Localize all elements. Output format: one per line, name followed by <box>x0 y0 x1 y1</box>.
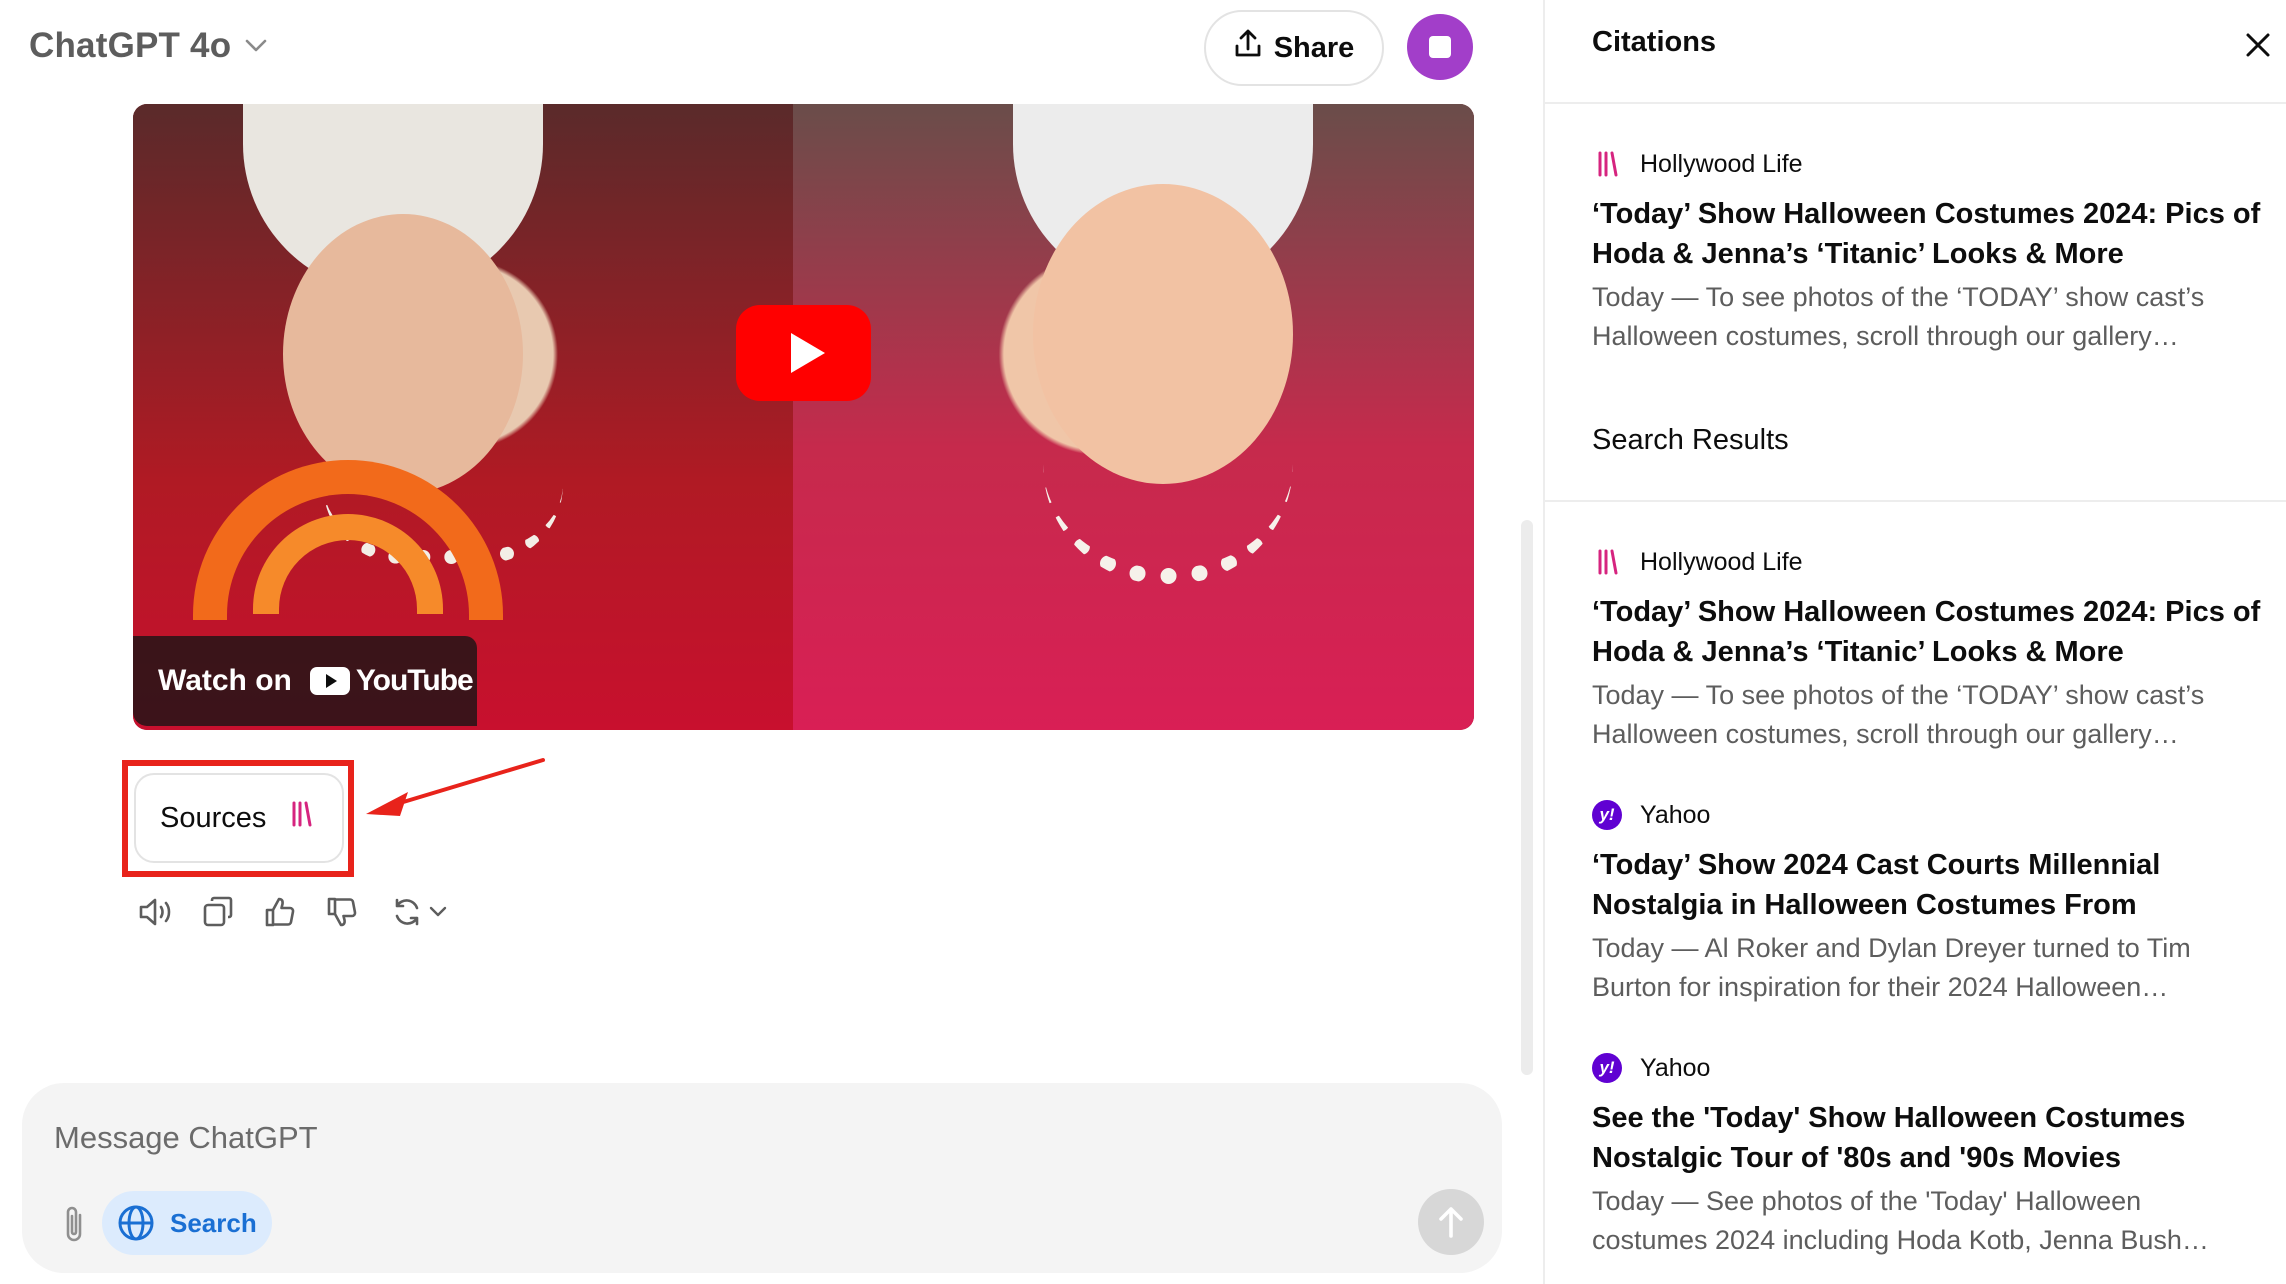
search-label: Search <box>170 1207 257 1238</box>
result-snippet: Today — See photos of the 'Today' Hallow… <box>1592 1186 2209 1255</box>
regenerate-icon <box>395 898 419 926</box>
result-source: y! Yahoo <box>1592 1048 2262 1088</box>
search-result-item[interactable]: y! Yahoo ‘Today’ Show 2024 Cast Courts M… <box>1592 795 2262 1007</box>
panel-divider <box>1545 102 2286 104</box>
result-snippet: Today — Al Roker and Dylan Dreyer turned… <box>1592 933 2191 1002</box>
thumbs-down-icon <box>327 897 357 927</box>
citations-panel: Citations Hollywood Life ‘Today’ Show Ha… <box>1545 0 2286 1284</box>
citation-snippet: Today — To see photos of the ‘TODAY’ sho… <box>1592 282 2205 351</box>
citation-source: Hollywood Life <box>1592 144 2262 184</box>
citation-title: ‘Today’ Show Halloween Costumes 2024: Pi… <box>1592 198 2261 270</box>
copy-button[interactable] <box>198 892 238 932</box>
attach-button[interactable] <box>54 1199 94 1249</box>
thumbs-up-icon <box>265 897 295 927</box>
regenerate-button[interactable] <box>384 892 454 932</box>
result-source: Hollywood Life <box>1592 542 2262 582</box>
copy-icon <box>203 896 233 927</box>
search-toggle-button[interactable]: Search <box>102 1191 272 1255</box>
thumbs-up-button[interactable] <box>260 892 300 932</box>
hollywood-life-icon <box>1592 149 1622 179</box>
chat-main: ChatGPT 4o Share Watch on YouTube Source… <box>0 0 1543 1284</box>
yahoo-icon: y! <box>1592 800 1622 830</box>
citation-source-name: Hollywood Life <box>1640 149 1803 178</box>
speaker-icon <box>139 898 171 926</box>
message-actions <box>136 892 454 932</box>
globe-icon <box>118 1205 154 1241</box>
result-title: ‘Today’ Show 2024 Cast Courts Millennial… <box>1592 849 2161 921</box>
close-panel-button[interactable] <box>2243 30 2273 60</box>
yahoo-icon: y! <box>1592 1053 1622 1083</box>
result-source-name: Hollywood Life <box>1640 547 1803 576</box>
hollywood-life-icon <box>1592 547 1622 577</box>
thumbs-down-button[interactable] <box>322 892 362 932</box>
result-title: See the 'Today' Show Halloween Costumes … <box>1592 1102 2186 1174</box>
result-source: y! Yahoo <box>1592 795 2262 835</box>
chat-scrollbar[interactable] <box>1521 520 1533 1075</box>
search-result-item[interactable]: Hollywood Life ‘Today’ Show Halloween Co… <box>1592 542 2262 754</box>
close-icon <box>2246 33 2270 57</box>
message-composer: Search <box>22 1083 1502 1273</box>
result-title: ‘Today’ Show Halloween Costumes 2024: Pi… <box>1592 596 2261 668</box>
result-source-name: Yahoo <box>1640 800 1711 829</box>
search-results-heading: Search Results <box>1592 424 1789 456</box>
arrow-up-icon <box>1439 1207 1463 1238</box>
chevron-down-icon <box>429 906 447 917</box>
send-button[interactable] <box>1418 1189 1484 1255</box>
search-result-item[interactable]: y! Yahoo See the 'Today' Show Halloween … <box>1592 1048 2262 1260</box>
paperclip-icon <box>66 1206 82 1242</box>
panel-divider <box>1545 500 2286 502</box>
result-snippet: Today — To see photos of the ‘TODAY’ sho… <box>1592 680 2205 749</box>
result-source-name: Yahoo <box>1640 1053 1711 1082</box>
read-aloud-button[interactable] <box>136 892 176 932</box>
citation-item[interactable]: Hollywood Life ‘Today’ Show Halloween Co… <box>1592 144 2262 356</box>
panel-title: Citations <box>1592 26 1717 58</box>
message-input[interactable] <box>54 1113 1354 1163</box>
